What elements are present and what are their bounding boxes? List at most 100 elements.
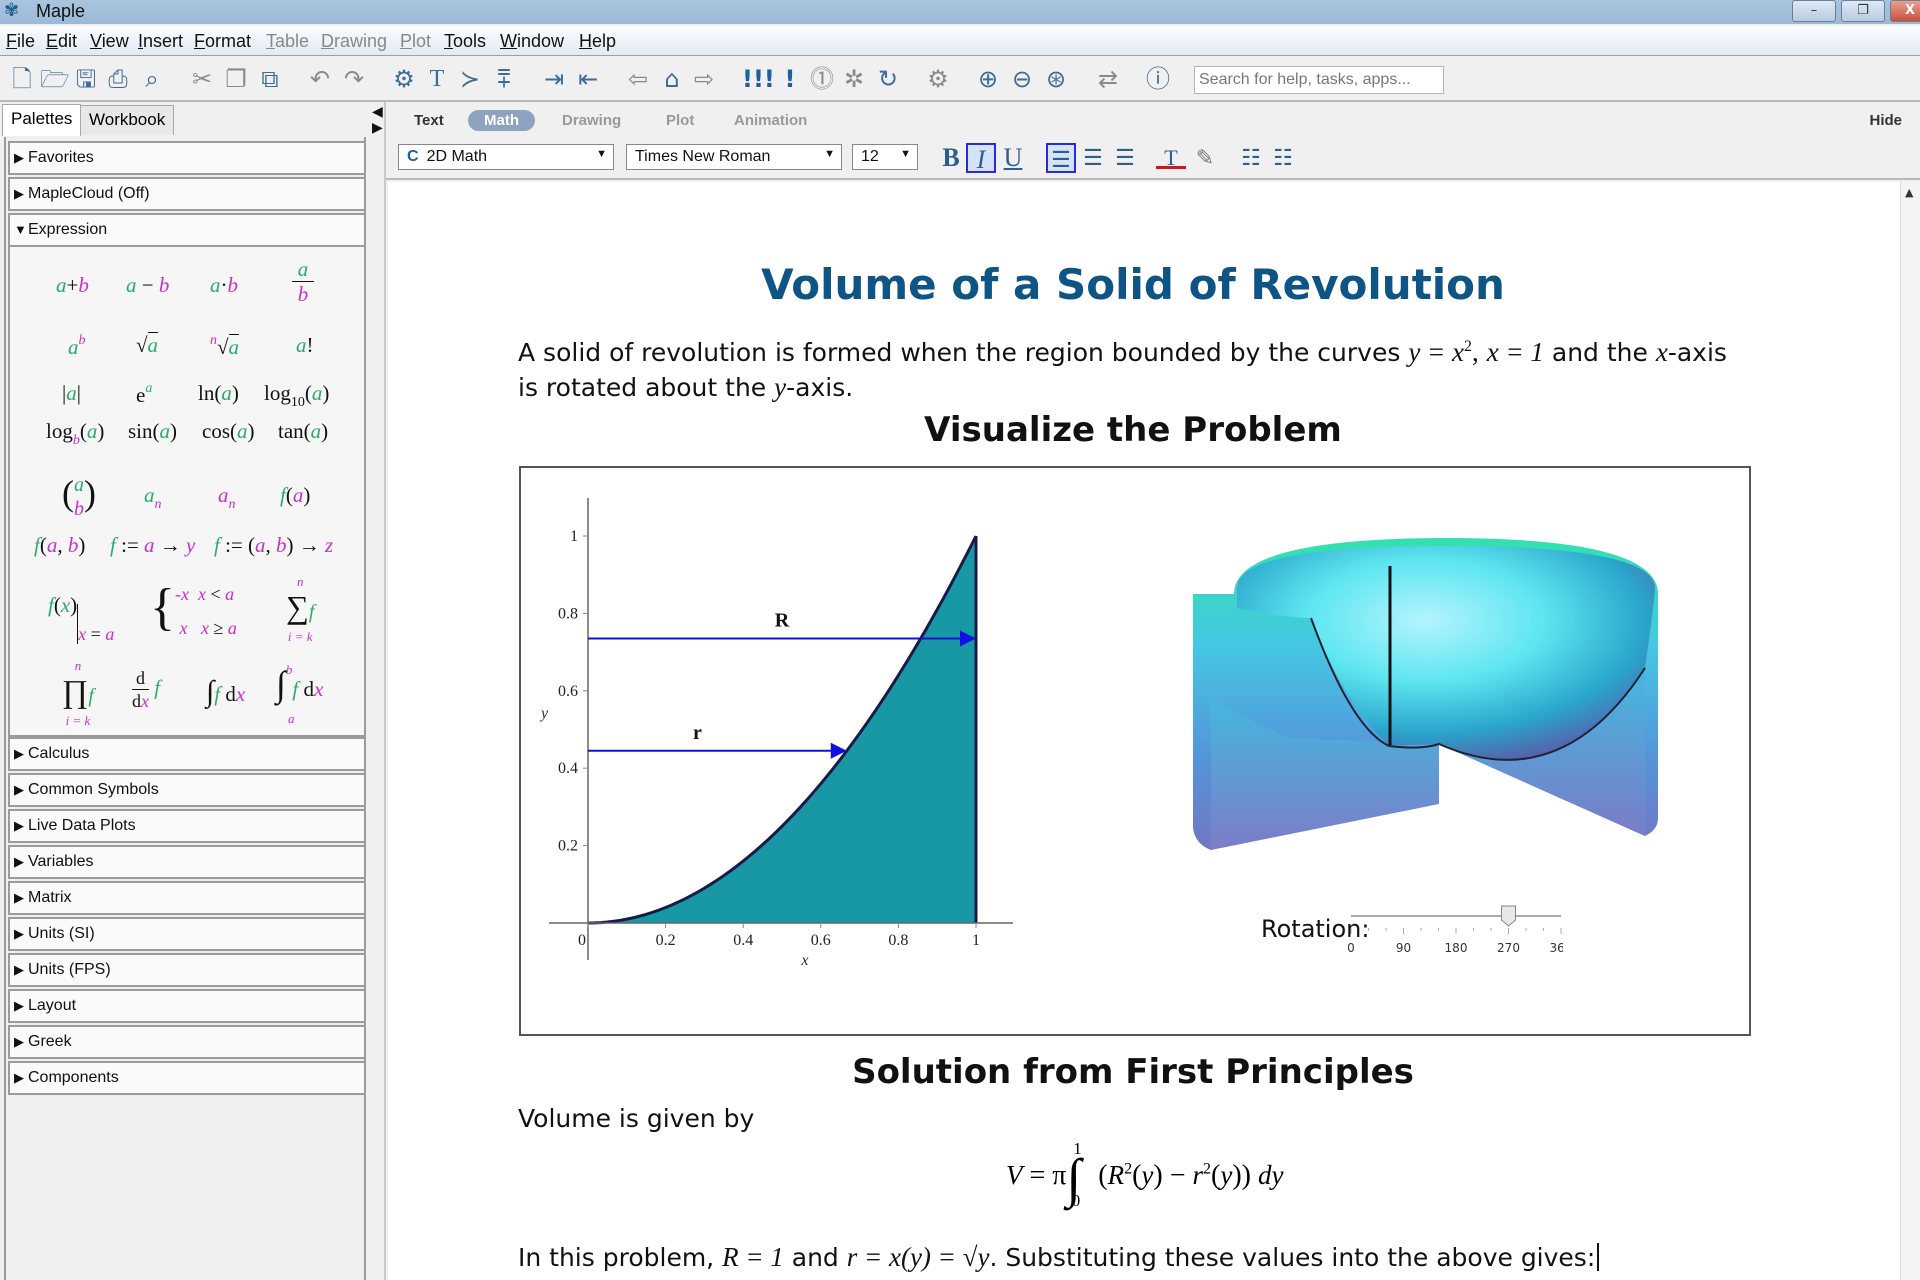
expr-abs[interactable]: |a|: [62, 381, 81, 406]
palette-common-symbols[interactable]: ▶ Common Symbols: [8, 773, 366, 807]
palette-calculus[interactable]: ▶ Calculus: [8, 737, 366, 771]
expr-binomial[interactable]: (a b): [62, 465, 96, 521]
cloud-gears-icon[interactable]: ⚙: [924, 65, 952, 93]
menu-drawing[interactable]: Drawing: [321, 31, 387, 52]
zoom-fit-icon[interactable]: ⊛: [1042, 65, 1070, 93]
minimize-button[interactable]: –: [1792, 0, 1836, 22]
expr-arrow-function-2[interactable]: f := (a, b) → z: [214, 533, 333, 558]
menu-table[interactable]: Table: [266, 31, 309, 52]
zoom-out-icon[interactable]: ⊖: [1008, 65, 1036, 93]
expr-function-2[interactable]: f(a, b): [34, 533, 85, 558]
expr-piecewise[interactable]: {-x x < a x x ≥ a: [150, 577, 237, 645]
expr-derivative[interactable]: d dx f: [132, 667, 160, 712]
expr-subscript-a-n[interactable]: an: [144, 483, 162, 513]
expr-sin[interactable]: sin(a): [128, 419, 177, 444]
expr-sqrt[interactable]: √a: [136, 332, 159, 358]
numbered-list-icon[interactable]: ☷: [1268, 143, 1298, 173]
menu-tools[interactable]: Tools: [444, 31, 486, 52]
palette-matrix[interactable]: ▶ Matrix: [8, 881, 366, 915]
section-icon[interactable]: ⩱: [490, 65, 518, 93]
palette-expression[interactable]: ▼Expression: [8, 213, 366, 247]
new-document-icon[interactable]: 🗋: [8, 65, 36, 93]
expr-subscript-a-n-alt[interactable]: an: [218, 483, 236, 513]
vertical-scrollbar[interactable]: ▲: [1900, 182, 1920, 1280]
expr-tan[interactable]: tan(a): [278, 419, 328, 444]
text-color-icon[interactable]: T: [1156, 143, 1186, 170]
hide-button[interactable]: Hide: [1869, 112, 1902, 129]
redo-icon[interactable]: ↷: [340, 65, 368, 93]
expr-exp[interactable]: ea: [136, 381, 152, 408]
debug-bug-icon[interactable]: ✲: [840, 65, 868, 93]
align-center-icon[interactable]: ☰: [1078, 143, 1108, 173]
expr-power[interactable]: ab: [68, 333, 86, 360]
rotation-slider[interactable]: 0 90 180 270 360: [1343, 902, 1563, 962]
tab-plot[interactable]: Plot: [650, 110, 710, 131]
tab-palettes[interactable]: Palettes: [2, 104, 82, 136]
menu-edit[interactable]: Edit: [46, 31, 77, 52]
palette-favorites[interactable]: ▶ Favorites: [8, 141, 366, 175]
search-input[interactable]: Search for help, tasks, apps...: [1194, 66, 1444, 94]
expr-a-minus-b[interactable]: a − b: [126, 273, 169, 298]
expr-a-plus-b[interactable]: a+b: [56, 273, 89, 298]
palette-variables[interactable]: ▶ Variables: [8, 845, 366, 879]
expr-eval-at[interactable]: f(x)x = a: [48, 593, 114, 644]
print-preview-icon[interactable]: ⌕: [138, 65, 166, 93]
palette-layout[interactable]: ▶ Layout: [8, 989, 366, 1023]
expr-nth-root[interactable]: n√a: [210, 333, 240, 360]
expand-right-arrow-icon[interactable]: ▶: [372, 120, 384, 136]
expr-log10[interactable]: log10(a): [264, 381, 329, 411]
tab-text[interactable]: Text: [398, 110, 460, 131]
expr-fraction[interactable]: ab: [292, 257, 314, 306]
menu-plot[interactable]: Plot: [400, 31, 431, 52]
expr-integral[interactable]: ∫f dx: [206, 675, 245, 709]
expr-logb[interactable]: logb(a): [46, 419, 104, 449]
menu-insert[interactable]: Insert: [138, 31, 183, 52]
tab-drawing[interactable]: Drawing: [546, 110, 637, 131]
menu-help[interactable]: Help: [579, 31, 616, 52]
print-icon[interactable]: ⎙: [104, 65, 132, 93]
expr-factorial[interactable]: a!: [296, 333, 314, 358]
undo-icon[interactable]: ↶: [306, 65, 334, 93]
execution-group-icon[interactable]: ≻: [456, 65, 484, 93]
open-folder-icon[interactable]: 🗁: [40, 65, 70, 93]
palette-greek[interactable]: ▶ Greek: [8, 1025, 366, 1059]
underline-button[interactable]: U: [998, 143, 1028, 173]
math-mode-dropdown[interactable]: C 2D Math ▼: [398, 144, 614, 170]
font-size-dropdown[interactable]: 12 ▼: [852, 144, 918, 170]
cut-icon[interactable]: ✂: [188, 65, 216, 93]
expr-arrow-function[interactable]: f := a → y: [110, 533, 195, 558]
tab-math[interactable]: Math: [468, 110, 535, 131]
back-icon[interactable]: ⇦: [624, 65, 652, 93]
expr-function[interactable]: f(a): [280, 483, 310, 508]
slider-thumb[interactable]: [1501, 905, 1516, 927]
indent-icon[interactable]: ⇥: [540, 65, 568, 93]
document-canvas[interactable]: Volume of a Solid of Revolution A solid …: [388, 182, 1902, 1280]
palette-components[interactable]: ▶ Components: [8, 1061, 366, 1095]
menu-format[interactable]: Format: [194, 31, 251, 52]
restart-icon[interactable]: ↻: [874, 65, 902, 93]
toggle-input-icon[interactable]: ⇄: [1094, 65, 1122, 93]
expr-sum[interactable]: n ∑f i = k: [286, 573, 314, 646]
menu-window[interactable]: Window: [500, 31, 564, 52]
collapse-left-arrow-icon[interactable]: ◀: [372, 104, 384, 120]
execute-icon[interactable]: !: [776, 65, 804, 93]
menu-view[interactable]: View: [90, 31, 129, 52]
expr-a-times-b[interactable]: a·b: [210, 273, 238, 298]
save-icon[interactable]: 🖫: [72, 65, 100, 93]
math-region-icon[interactable]: ⚙: [390, 65, 418, 93]
align-left-icon[interactable]: ☰: [1046, 143, 1076, 173]
paste-icon[interactable]: ⧉: [256, 65, 284, 93]
expr-definite-integral[interactable]: ∫bf dx a: [276, 662, 323, 726]
expr-cos[interactable]: cos(a): [202, 419, 255, 444]
palette-units-fps[interactable]: ▶ Units (FPS): [8, 953, 366, 987]
plot-2d-region[interactable]: 0 0.2 0.4 0.6 0.8 1 0.2 0.4 0.6 0.8 1 x y Rr: [521, 468, 1753, 1038]
scroll-up-arrow-icon[interactable]: ▲: [1905, 186, 1913, 199]
maximize-button[interactable]: ❐: [1841, 0, 1885, 22]
outdent-icon[interactable]: ⇤: [574, 65, 602, 93]
palette-live-data-plots[interactable]: ▶ Live Data Plots: [8, 809, 366, 843]
tab-animation[interactable]: Animation: [718, 110, 823, 131]
panel-collapse-toggle[interactable]: ◀ ▶: [372, 104, 384, 144]
expr-product[interactable]: n ∏f i = k: [62, 657, 94, 730]
menu-file[interactable]: File: [6, 31, 35, 52]
highlight-icon[interactable]: ✎: [1190, 143, 1220, 173]
